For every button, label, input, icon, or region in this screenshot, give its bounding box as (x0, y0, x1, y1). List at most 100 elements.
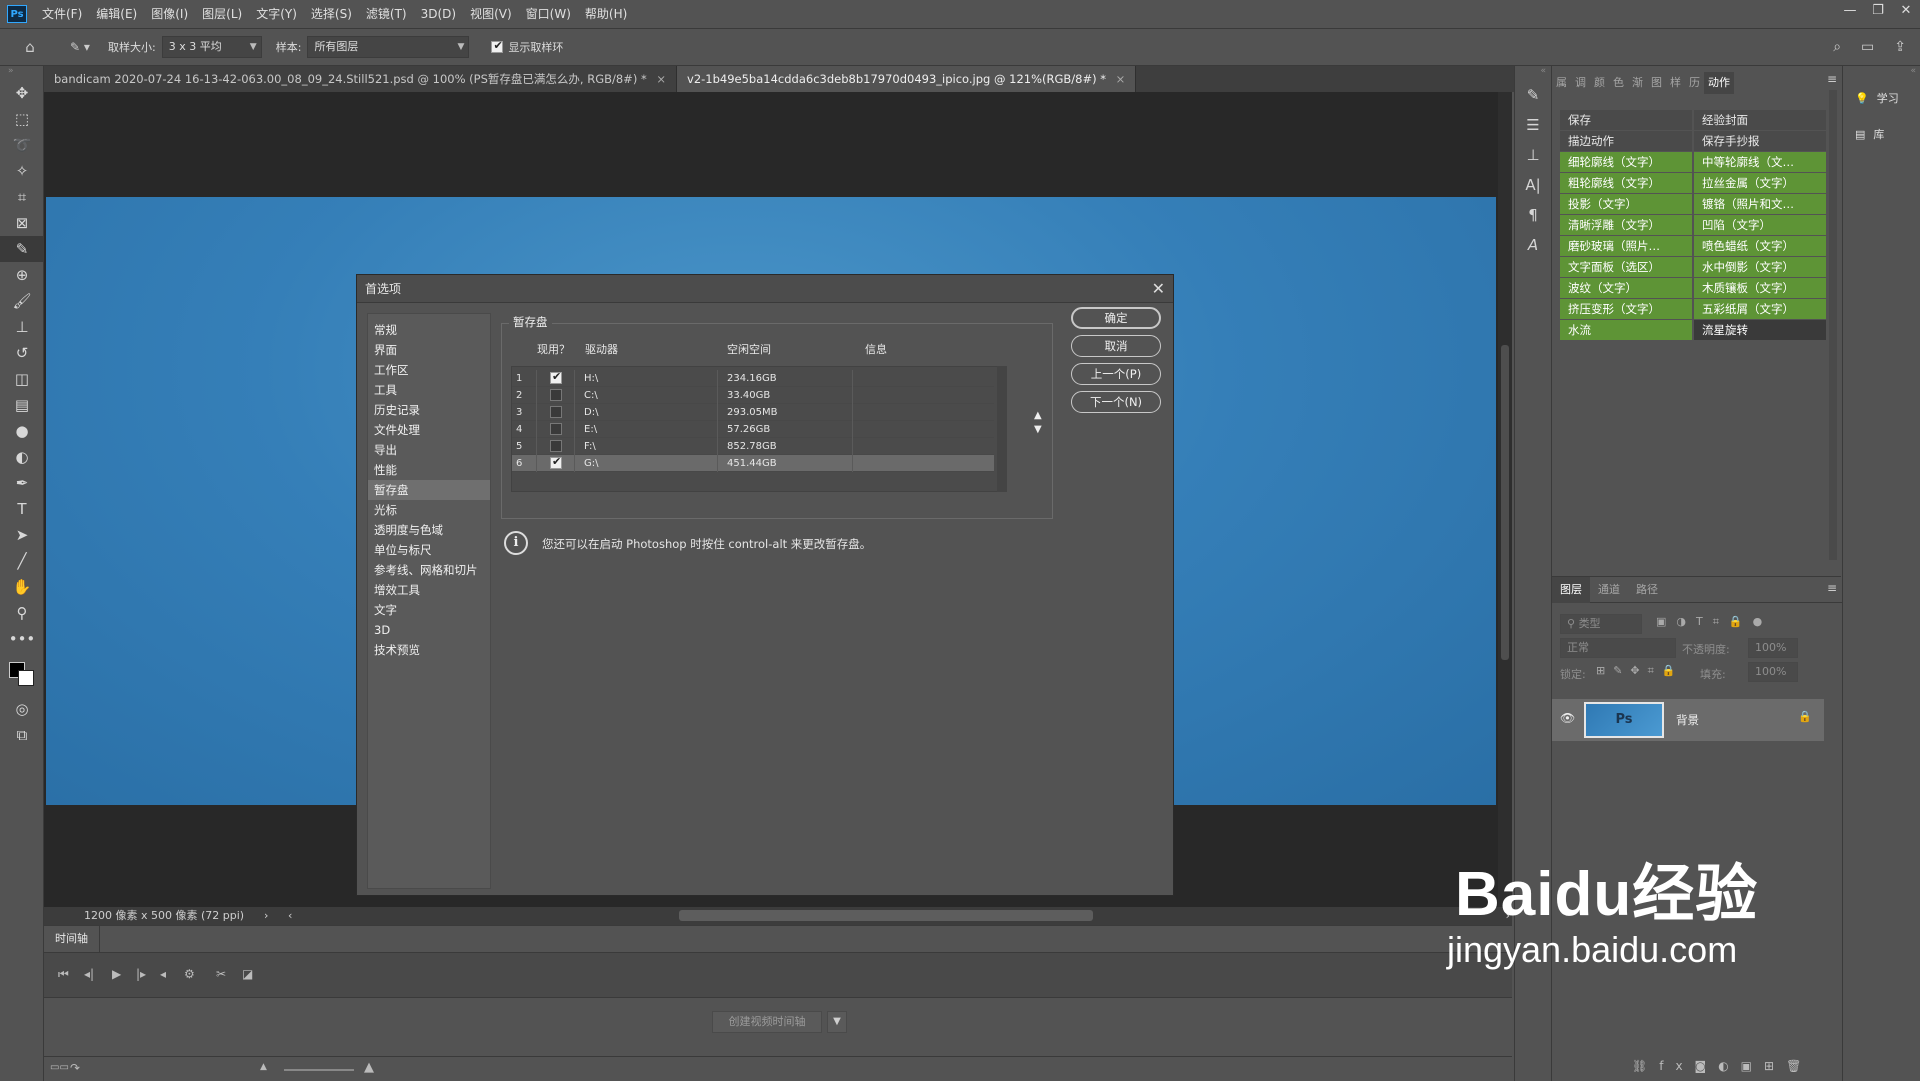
menu-item[interactable]: 图像(I) (144, 0, 195, 28)
drive-row[interactable]: 4 E:\ 57.26GB (512, 421, 994, 438)
quick-select-tool-icon[interactable]: ✧ (0, 158, 44, 184)
layers-tab[interactable]: 通道 (1590, 577, 1628, 603)
menu-item[interactable]: 窗口(W) (519, 0, 578, 28)
transition-icon[interactable]: ◪ (242, 967, 253, 981)
gradient-tool-icon[interactable]: ▤ (0, 392, 44, 418)
sample-select[interactable]: 所有图层 ▼ (307, 36, 470, 58)
category-item[interactable]: 文字 (368, 600, 490, 620)
action-item[interactable]: 磨砂玻璃（照片… (1560, 236, 1692, 256)
actions-tab[interactable]: 渐 (1628, 72, 1647, 94)
layers-tab[interactable]: 图层 (1552, 576, 1590, 603)
adjustments-icon[interactable]: ☰ (1515, 110, 1551, 140)
drives-scrollbar[interactable] (997, 366, 1007, 492)
library-panel-button[interactable]: ▤ 库 (1843, 116, 1920, 152)
menu-item[interactable]: 视图(V) (463, 0, 519, 28)
marquee-tool-icon[interactable]: ⬚ (0, 106, 44, 132)
move-up-icon[interactable]: ▲ (1034, 409, 1042, 423)
settings-icon[interactable]: ⚙ (184, 967, 195, 981)
visibility-eye-icon[interactable]: 👁 (1560, 711, 1575, 725)
action-item[interactable]: 经验封面 (1694, 110, 1826, 130)
actions-scrollbar[interactable] (1829, 90, 1837, 560)
quick-mask-icon[interactable]: ◎ (0, 696, 44, 722)
action-item[interactable]: 流星旋转 (1694, 320, 1826, 340)
actions-tab[interactable]: 样 (1666, 72, 1685, 94)
layers-tab[interactable]: 路径 (1628, 577, 1666, 603)
glyphs-icon[interactable]: A (1515, 230, 1551, 260)
convert-icon[interactable]: ↷ (70, 1061, 80, 1075)
active-checkbox[interactable] (550, 423, 562, 435)
zoom-slider[interactable] (284, 1069, 354, 1071)
menu-item[interactable]: 选择(S) (304, 0, 359, 28)
panel-menu-icon[interactable]: ≡ (1827, 581, 1837, 595)
close-icon[interactable]: ✕ (1892, 0, 1920, 22)
move-tool-icon[interactable]: ✥ (0, 80, 44, 106)
zoom-out-icon[interactable]: ▲ (260, 1062, 267, 1072)
action-item[interactable]: 保存 (1560, 110, 1692, 130)
sample-size-select[interactable]: 3 x 3 平均 ▼ (161, 36, 262, 58)
menu-item[interactable]: 图层(L) (195, 0, 249, 28)
category-item[interactable]: 参考线、网格和切片 (368, 560, 490, 580)
drive-row[interactable]: 2 C:\ 33.40GB (512, 387, 994, 404)
vertical-scroll-thumb[interactable] (1501, 345, 1509, 660)
category-item[interactable]: 增效工具 (368, 580, 490, 600)
search-icon[interactable]: ⌕ (1833, 39, 1841, 55)
layer-row[interactable]: 👁 Ps 背景 🔒 (1552, 699, 1824, 741)
play-icon[interactable]: ▶ (112, 967, 121, 981)
opacity-field[interactable]: 100% (1748, 638, 1798, 658)
action-item[interactable]: 水中倒影（文字） (1694, 257, 1826, 277)
clone-source-icon[interactable]: ⊥ (1515, 140, 1551, 170)
lasso-tool-icon[interactable]: ➰ (0, 132, 44, 158)
timeline-tab[interactable]: 时间轴 (44, 926, 100, 952)
panel-menu-icon[interactable]: ≡ (1827, 72, 1837, 86)
drive-row[interactable]: 3 D:\ 293.05MB (512, 404, 994, 421)
category-item[interactable]: 透明度与色域 (368, 520, 490, 540)
actions-tab[interactable]: 调 (1571, 72, 1590, 94)
eraser-tool-icon[interactable]: ◫ (0, 366, 44, 392)
first-frame-icon[interactable]: ⏮ (58, 967, 69, 982)
frames-icon[interactable]: ▭▭ (50, 1062, 69, 1073)
lock-icons[interactable]: ⊞✎✥⌗🔒 (1596, 664, 1684, 678)
collapse-icon[interactable]: « (1515, 66, 1550, 80)
actions-tab[interactable]: 历 (1685, 72, 1704, 94)
next-button[interactable]: 下一个(N) (1071, 391, 1161, 413)
line-tool-icon[interactable]: ╱ (0, 548, 44, 574)
status-arrow-icon[interactable]: › (264, 907, 268, 925)
action-item[interactable]: 粗轮廓线（文字） (1560, 173, 1692, 193)
frame-tool-icon[interactable]: ⊠ (0, 210, 44, 236)
share-icon[interactable]: ⇪ (1894, 39, 1906, 55)
action-item[interactable]: 细轮廓线（文字） (1560, 152, 1692, 172)
menu-item[interactable]: 滤镜(T) (359, 0, 414, 28)
filter-icons[interactable]: ▣◑T⌗🔒● (1656, 615, 1772, 629)
action-item[interactable]: 投影（文字） (1560, 194, 1692, 214)
action-item[interactable]: 中等轮廓线（文… (1694, 152, 1826, 172)
actions-tab[interactable]: 图 (1647, 72, 1666, 94)
close-icon[interactable]: × (653, 72, 666, 86)
hand-tool-icon[interactable]: ✋ (0, 574, 44, 600)
blur-tool-icon[interactable]: ● (0, 418, 44, 444)
close-icon[interactable]: ✕ (1152, 275, 1165, 303)
prev-button[interactable]: 上一个(P) (1071, 363, 1161, 385)
category-item[interactable]: 导出 (368, 440, 490, 460)
history-brush-icon[interactable]: ↺ (0, 340, 44, 366)
active-checkbox[interactable] (550, 440, 562, 452)
ok-button[interactable]: 确定 (1071, 307, 1161, 329)
horizontal-scroll-thumb[interactable] (679, 910, 1093, 921)
home-icon[interactable]: ⌂ (14, 38, 46, 56)
drive-row[interactable]: 6 G:\ 451.44GB (512, 455, 994, 472)
category-item[interactable]: 历史记录 (368, 400, 490, 420)
character-icon[interactable]: A| (1515, 170, 1551, 200)
learn-panel-button[interactable]: 💡 学习 (1843, 80, 1920, 116)
paragraph-icon[interactable]: ¶ (1515, 200, 1551, 230)
dodge-tool-icon[interactable]: ◐ (0, 444, 44, 470)
pen-tool-icon[interactable]: ✒ (0, 470, 44, 496)
active-checkbox[interactable] (550, 389, 562, 401)
eyedropper-preset-icon[interactable]: ✎ ▾ (60, 40, 100, 54)
minimize-icon[interactable]: — (1836, 0, 1864, 22)
action-item[interactable]: 描边动作 (1560, 131, 1692, 151)
active-checkbox[interactable] (550, 455, 562, 469)
actions-tab[interactable]: 属 (1552, 72, 1571, 94)
actions-tab[interactable]: 动作 (1704, 72, 1734, 94)
active-checkbox[interactable] (550, 406, 562, 418)
blend-mode-select[interactable]: 正常 (1560, 638, 1676, 658)
collapse-icon[interactable]: » (0, 66, 43, 80)
